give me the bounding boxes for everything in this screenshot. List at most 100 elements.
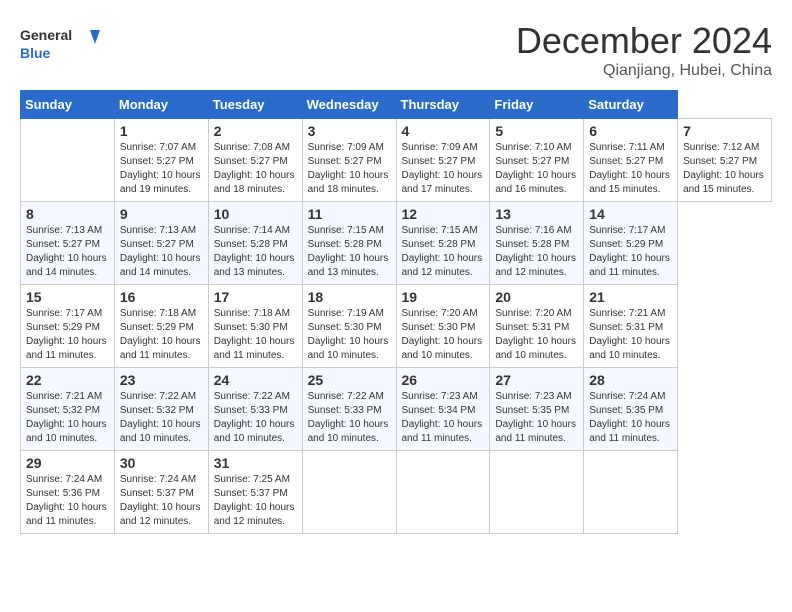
day-info: Sunrise: 7:24 AMSunset: 5:36 PMDaylight:… bbox=[26, 473, 109, 529]
day-number: 7 bbox=[683, 123, 766, 139]
calendar-cell: 3 Sunrise: 7:09 AMSunset: 5:27 PMDaylight… bbox=[302, 119, 396, 202]
day-number: 6 bbox=[589, 123, 672, 139]
day-info: Sunrise: 7:11 AMSunset: 5:27 PMDaylight:… bbox=[589, 141, 672, 197]
day-number: 28 bbox=[589, 372, 672, 388]
day-number: 13 bbox=[495, 206, 578, 222]
day-number: 8 bbox=[26, 206, 109, 222]
calendar-cell: 5 Sunrise: 7:10 AMSunset: 5:27 PMDaylight… bbox=[490, 119, 584, 202]
day-number: 5 bbox=[495, 123, 578, 139]
day-info: Sunrise: 7:20 AMSunset: 5:30 PMDaylight:… bbox=[402, 307, 485, 363]
logo: General Blue bbox=[20, 20, 100, 68]
day-info: Sunrise: 7:19 AMSunset: 5:30 PMDaylight:… bbox=[308, 307, 391, 363]
day-info: Sunrise: 7:20 AMSunset: 5:31 PMDaylight:… bbox=[495, 307, 578, 363]
day-number: 27 bbox=[495, 372, 578, 388]
calendar-cell: 6 Sunrise: 7:11 AMSunset: 5:27 PMDaylight… bbox=[584, 119, 678, 202]
calendar-cell: 27 Sunrise: 7:23 AMSunset: 5:35 PMDayligh… bbox=[490, 368, 584, 451]
day-info: Sunrise: 7:25 AMSunset: 5:37 PMDaylight:… bbox=[214, 473, 297, 529]
day-header-tuesday: Tuesday bbox=[208, 91, 302, 119]
calendar-cell: 16Sunrise: 7:18 AMSunset: 5:29 PMDayligh… bbox=[114, 285, 208, 368]
calendar-cell: 20 Sunrise: 7:20 AMSunset: 5:31 PMDayligh… bbox=[490, 285, 584, 368]
day-number: 25 bbox=[308, 372, 391, 388]
calendar-cell: 30 Sunrise: 7:24 AMSunset: 5:37 PMDayligh… bbox=[114, 451, 208, 534]
day-number: 23 bbox=[120, 372, 203, 388]
calendar-cell: 17Sunrise: 7:18 AMSunset: 5:30 PMDayligh… bbox=[208, 285, 302, 368]
calendar-table: SundayMondayTuesdayWednesdayThursdayFrid… bbox=[20, 90, 772, 534]
day-header-wednesday: Wednesday bbox=[302, 91, 396, 119]
calendar-cell: 14Sunrise: 7:17 AMSunset: 5:29 PMDayligh… bbox=[584, 202, 678, 285]
day-info: Sunrise: 7:15 AMSunset: 5:28 PMDaylight:… bbox=[308, 224, 391, 280]
calendar-cell: 8 Sunrise: 7:13 AMSunset: 5:27 PMDaylight… bbox=[21, 202, 115, 285]
calendar-cell: 2 Sunrise: 7:08 AMSunset: 5:27 PMDaylight… bbox=[208, 119, 302, 202]
calendar-cell bbox=[396, 451, 490, 534]
day-header-sunday: Sunday bbox=[21, 91, 115, 119]
day-info: Sunrise: 7:21 AMSunset: 5:32 PMDaylight:… bbox=[26, 390, 109, 446]
day-number: 22 bbox=[26, 372, 109, 388]
calendar-cell bbox=[302, 451, 396, 534]
calendar-cell: 23 Sunrise: 7:22 AMSunset: 5:32 PMDayligh… bbox=[114, 368, 208, 451]
calendar-cell: 24Sunrise: 7:22 AMSunset: 5:33 PMDayligh… bbox=[208, 368, 302, 451]
day-number: 15 bbox=[26, 289, 109, 305]
day-number: 1 bbox=[120, 123, 203, 139]
day-number: 18 bbox=[308, 289, 391, 305]
day-number: 19 bbox=[402, 289, 485, 305]
day-number: 20 bbox=[495, 289, 578, 305]
calendar-cell: 15 Sunrise: 7:17 AMSunset: 5:29 PMDayligh… bbox=[21, 285, 115, 368]
title-block: December 2024 Qianjiang, Hubei, China bbox=[516, 20, 772, 80]
day-header-thursday: Thursday bbox=[396, 91, 490, 119]
calendar-cell: 28Sunrise: 7:24 AMSunset: 5:35 PMDayligh… bbox=[584, 368, 678, 451]
calendar-cell: 10 Sunrise: 7:14 AMSunset: 5:28 PMDayligh… bbox=[208, 202, 302, 285]
day-info: Sunrise: 7:23 AMSunset: 5:35 PMDaylight:… bbox=[495, 390, 578, 446]
calendar-cell: 19 Sunrise: 7:20 AMSunset: 5:30 PMDayligh… bbox=[396, 285, 490, 368]
calendar-cell: 18 Sunrise: 7:19 AMSunset: 5:30 PMDayligh… bbox=[302, 285, 396, 368]
day-info: Sunrise: 7:09 AMSunset: 5:27 PMDaylight:… bbox=[308, 141, 391, 197]
day-info: Sunrise: 7:08 AMSunset: 5:27 PMDaylight:… bbox=[214, 141, 297, 197]
calendar-cell: 26 Sunrise: 7:23 AMSunset: 5:34 PMDayligh… bbox=[396, 368, 490, 451]
day-number: 30 bbox=[120, 455, 203, 471]
calendar-cell: 29 Sunrise: 7:24 AMSunset: 5:36 PMDayligh… bbox=[21, 451, 115, 534]
calendar-cell bbox=[490, 451, 584, 534]
calendar-cell: 11 Sunrise: 7:15 AMSunset: 5:28 PMDayligh… bbox=[302, 202, 396, 285]
logo-svg: General Blue bbox=[20, 20, 100, 68]
calendar-cell: 31 Sunrise: 7:25 AMSunset: 5:37 PMDayligh… bbox=[208, 451, 302, 534]
day-number: 29 bbox=[26, 455, 109, 471]
day-info: Sunrise: 7:22 AMSunset: 5:33 PMDaylight:… bbox=[308, 390, 391, 446]
day-info: Sunrise: 7:17 AMSunset: 5:29 PMDaylight:… bbox=[26, 307, 109, 363]
day-number: 31 bbox=[214, 455, 297, 471]
day-info: Sunrise: 7:12 AMSunset: 5:27 PMDaylight:… bbox=[683, 141, 766, 197]
day-header-saturday: Saturday bbox=[584, 91, 678, 119]
day-number: 2 bbox=[214, 123, 297, 139]
day-info: Sunrise: 7:16 AMSunset: 5:28 PMDaylight:… bbox=[495, 224, 578, 280]
svg-text:Blue: Blue bbox=[20, 45, 51, 61]
day-number: 11 bbox=[308, 206, 391, 222]
calendar-cell: 12Sunrise: 7:15 AMSunset: 5:28 PMDayligh… bbox=[396, 202, 490, 285]
calendar-cell: 25 Sunrise: 7:22 AMSunset: 5:33 PMDayligh… bbox=[302, 368, 396, 451]
day-number: 14 bbox=[589, 206, 672, 222]
day-header-friday: Friday bbox=[490, 91, 584, 119]
calendar-cell bbox=[21, 119, 115, 202]
day-number: 9 bbox=[120, 206, 203, 222]
day-info: Sunrise: 7:14 AMSunset: 5:28 PMDaylight:… bbox=[214, 224, 297, 280]
day-info: Sunrise: 7:23 AMSunset: 5:34 PMDaylight:… bbox=[402, 390, 485, 446]
calendar-cell: 22 Sunrise: 7:21 AMSunset: 5:32 PMDayligh… bbox=[21, 368, 115, 451]
day-info: Sunrise: 7:21 AMSunset: 5:31 PMDaylight:… bbox=[589, 307, 672, 363]
day-number: 21 bbox=[589, 289, 672, 305]
page-header: General Blue December 2024 Qianjiang, Hu… bbox=[20, 20, 772, 80]
calendar-cell: 4Sunrise: 7:09 AMSunset: 5:27 PMDaylight… bbox=[396, 119, 490, 202]
calendar-cell bbox=[584, 451, 678, 534]
day-info: Sunrise: 7:22 AMSunset: 5:32 PMDaylight:… bbox=[120, 390, 203, 446]
day-info: Sunrise: 7:24 AMSunset: 5:37 PMDaylight:… bbox=[120, 473, 203, 529]
day-info: Sunrise: 7:10 AMSunset: 5:27 PMDaylight:… bbox=[495, 141, 578, 197]
month-title: December 2024 bbox=[516, 20, 772, 62]
calendar-cell: 1 Sunrise: 7:07 AMSunset: 5:27 PMDaylight… bbox=[114, 119, 208, 202]
day-info: Sunrise: 7:18 AMSunset: 5:30 PMDaylight:… bbox=[214, 307, 297, 363]
day-number: 26 bbox=[402, 372, 485, 388]
calendar-cell: 13 Sunrise: 7:16 AMSunset: 5:28 PMDayligh… bbox=[490, 202, 584, 285]
day-info: Sunrise: 7:15 AMSunset: 5:28 PMDaylight:… bbox=[402, 224, 485, 280]
day-info: Sunrise: 7:07 AMSunset: 5:27 PMDaylight:… bbox=[120, 141, 203, 197]
day-info: Sunrise: 7:13 AMSunset: 5:27 PMDaylight:… bbox=[26, 224, 109, 280]
day-number: 10 bbox=[214, 206, 297, 222]
calendar-cell: 9 Sunrise: 7:13 AMSunset: 5:27 PMDaylight… bbox=[114, 202, 208, 285]
day-info: Sunrise: 7:22 AMSunset: 5:33 PMDaylight:… bbox=[214, 390, 297, 446]
day-number: 3 bbox=[308, 123, 391, 139]
day-info: Sunrise: 7:13 AMSunset: 5:27 PMDaylight:… bbox=[120, 224, 203, 280]
